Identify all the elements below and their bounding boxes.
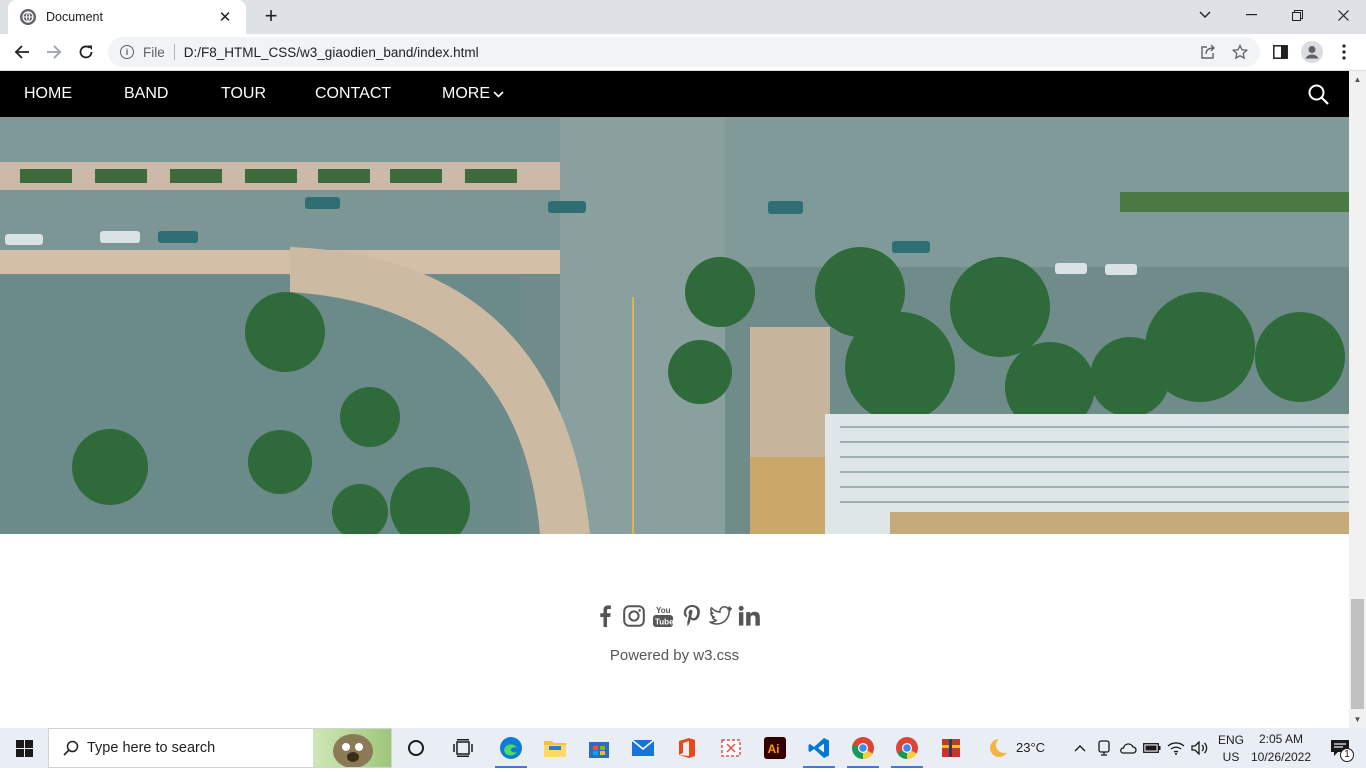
- taskbar-search-box[interactable]: Type here to search: [48, 728, 392, 768]
- minimize-button[interactable]: [1228, 0, 1274, 30]
- volume-icon[interactable]: [1186, 728, 1214, 768]
- vscode-icon[interactable]: [797, 728, 841, 768]
- menu-kebab-icon[interactable]: [1330, 38, 1358, 66]
- divider: [173, 44, 175, 60]
- youtube-icon[interactable]: You Tube: [651, 603, 674, 629]
- nav-more[interactable]: MORE: [442, 71, 504, 117]
- cortana-icon[interactable]: [394, 728, 438, 768]
- chrome-profile-icon[interactable]: [885, 728, 929, 768]
- window-close-button[interactable]: [1320, 0, 1366, 30]
- notifications-button[interactable]: 1: [1318, 728, 1362, 768]
- scroll-thumb[interactable]: [1351, 599, 1364, 709]
- winrar-icon[interactable]: [929, 728, 973, 768]
- address-bar[interactable]: i File D:/F8_HTML_CSS/w3_giaodien_band/i…: [108, 37, 1260, 67]
- bookmark-star-icon[interactable]: [1226, 37, 1254, 67]
- globe-icon: [20, 9, 36, 25]
- windows-taskbar: Type here to search Ai 23°C ENG US 2:05 …: [0, 728, 1366, 768]
- chevron-down-icon: [493, 90, 504, 98]
- tab-close-button[interactable]: ✕: [216, 8, 234, 26]
- windows-logo-icon: [15, 739, 33, 757]
- reload-button[interactable]: [72, 38, 100, 66]
- windows-start-button[interactable]: [0, 728, 48, 768]
- nav-more-label: MORE: [442, 85, 490, 102]
- instagram-icon[interactable]: [622, 603, 645, 629]
- clock-date: 10/26/2022: [1250, 750, 1312, 764]
- svg-text:Tube: Tube: [655, 618, 674, 627]
- chrome-icon[interactable]: [841, 728, 885, 768]
- page-scrollbar[interactable]: ▲ ▼: [1349, 71, 1366, 728]
- microsoft-store-icon[interactable]: [577, 728, 621, 768]
- nav-home[interactable]: HOME: [24, 71, 72, 117]
- search-icon: [63, 740, 79, 756]
- svg-text:You: You: [656, 606, 671, 615]
- profile-avatar[interactable]: [1298, 38, 1326, 66]
- notification-count: 1: [1340, 748, 1354, 762]
- tab-search-button[interactable]: [1182, 0, 1228, 30]
- language-code: ENG: [1217, 733, 1244, 747]
- language-indicator[interactable]: ENG US: [1214, 733, 1248, 764]
- powered-by-text: Powered by w3.css: [609, 647, 740, 664]
- search-icon: [1308, 84, 1329, 105]
- linkedin-icon[interactable]: [738, 603, 761, 629]
- nav-contact[interactable]: CONTACT: [315, 71, 391, 117]
- social-icons: You Tube: [593, 602, 761, 630]
- scroll-up-arrow[interactable]: ▲: [1349, 71, 1366, 88]
- hero-image: [0, 117, 1349, 534]
- scheme-label: File: [143, 44, 165, 60]
- mail-icon[interactable]: [621, 728, 665, 768]
- illustrator-icon[interactable]: Ai: [753, 728, 797, 768]
- new-tab-button[interactable]: +: [258, 4, 284, 30]
- nav-band[interactable]: BAND: [124, 71, 168, 117]
- facebook-icon[interactable]: [593, 603, 616, 629]
- snipping-tool-icon[interactable]: [709, 728, 753, 768]
- restore-button[interactable]: [1274, 0, 1320, 30]
- pinterest-icon[interactable]: [680, 603, 703, 629]
- nav-tour[interactable]: TOUR: [221, 71, 266, 117]
- site-navbar: HOME BAND TOUR CONTACT MORE: [0, 71, 1349, 117]
- side-panel-icon[interactable]: [1266, 38, 1294, 66]
- search-placeholder: Type here to search: [87, 740, 216, 756]
- info-icon[interactable]: i: [120, 45, 134, 59]
- tab-title: Document: [46, 10, 103, 24]
- browser-tab[interactable]: Document ✕: [8, 0, 246, 34]
- file-explorer-icon[interactable]: [533, 728, 577, 768]
- tab-strip: Document ✕ +: [0, 0, 1366, 34]
- clock-time: 2:05 AM: [1258, 732, 1304, 746]
- edge-icon[interactable]: [489, 728, 533, 768]
- site-footer: You Tube Powered by w3.css: [0, 534, 1349, 728]
- weather-temperature[interactable]: 23°C: [1016, 740, 1045, 755]
- share-icon[interactable]: [1194, 37, 1222, 67]
- aerial-city-photo: [0, 117, 1349, 534]
- back-button[interactable]: [8, 38, 36, 66]
- browser-toolbar: i File D:/F8_HTML_CSS/w3_giaodien_band/i…: [0, 34, 1366, 71]
- scroll-down-arrow[interactable]: ▼: [1349, 711, 1366, 728]
- office-icon[interactable]: [665, 728, 709, 768]
- twitter-icon[interactable]: [709, 603, 732, 629]
- search-button[interactable]: [1296, 71, 1340, 117]
- svg-text:Ai: Ai: [768, 742, 780, 756]
- url-text[interactable]: D:/F8_HTML_CSS/w3_giaodien_band/index.ht…: [184, 45, 479, 60]
- region-code: US: [1222, 750, 1240, 764]
- search-highlight-image[interactable]: [313, 729, 391, 768]
- forward-button[interactable]: [40, 38, 68, 66]
- task-view-icon[interactable]: [441, 728, 485, 768]
- clock[interactable]: 2:05 AM 10/26/2022: [1250, 732, 1312, 764]
